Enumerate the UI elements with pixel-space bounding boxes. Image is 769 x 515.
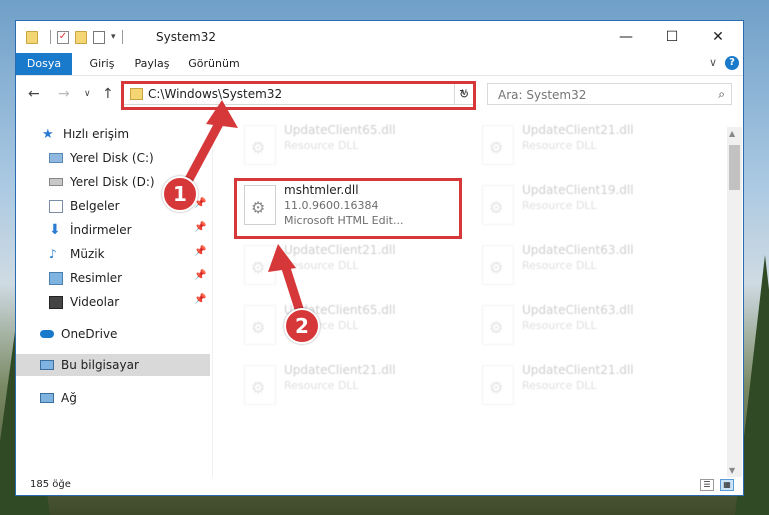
arrow-two [268, 244, 307, 323]
callout-step-1: 1 [162, 176, 198, 212]
arrow-one [181, 100, 238, 190]
annotation-arrows [181, 100, 307, 323]
callout-step-2: 2 [284, 308, 320, 344]
